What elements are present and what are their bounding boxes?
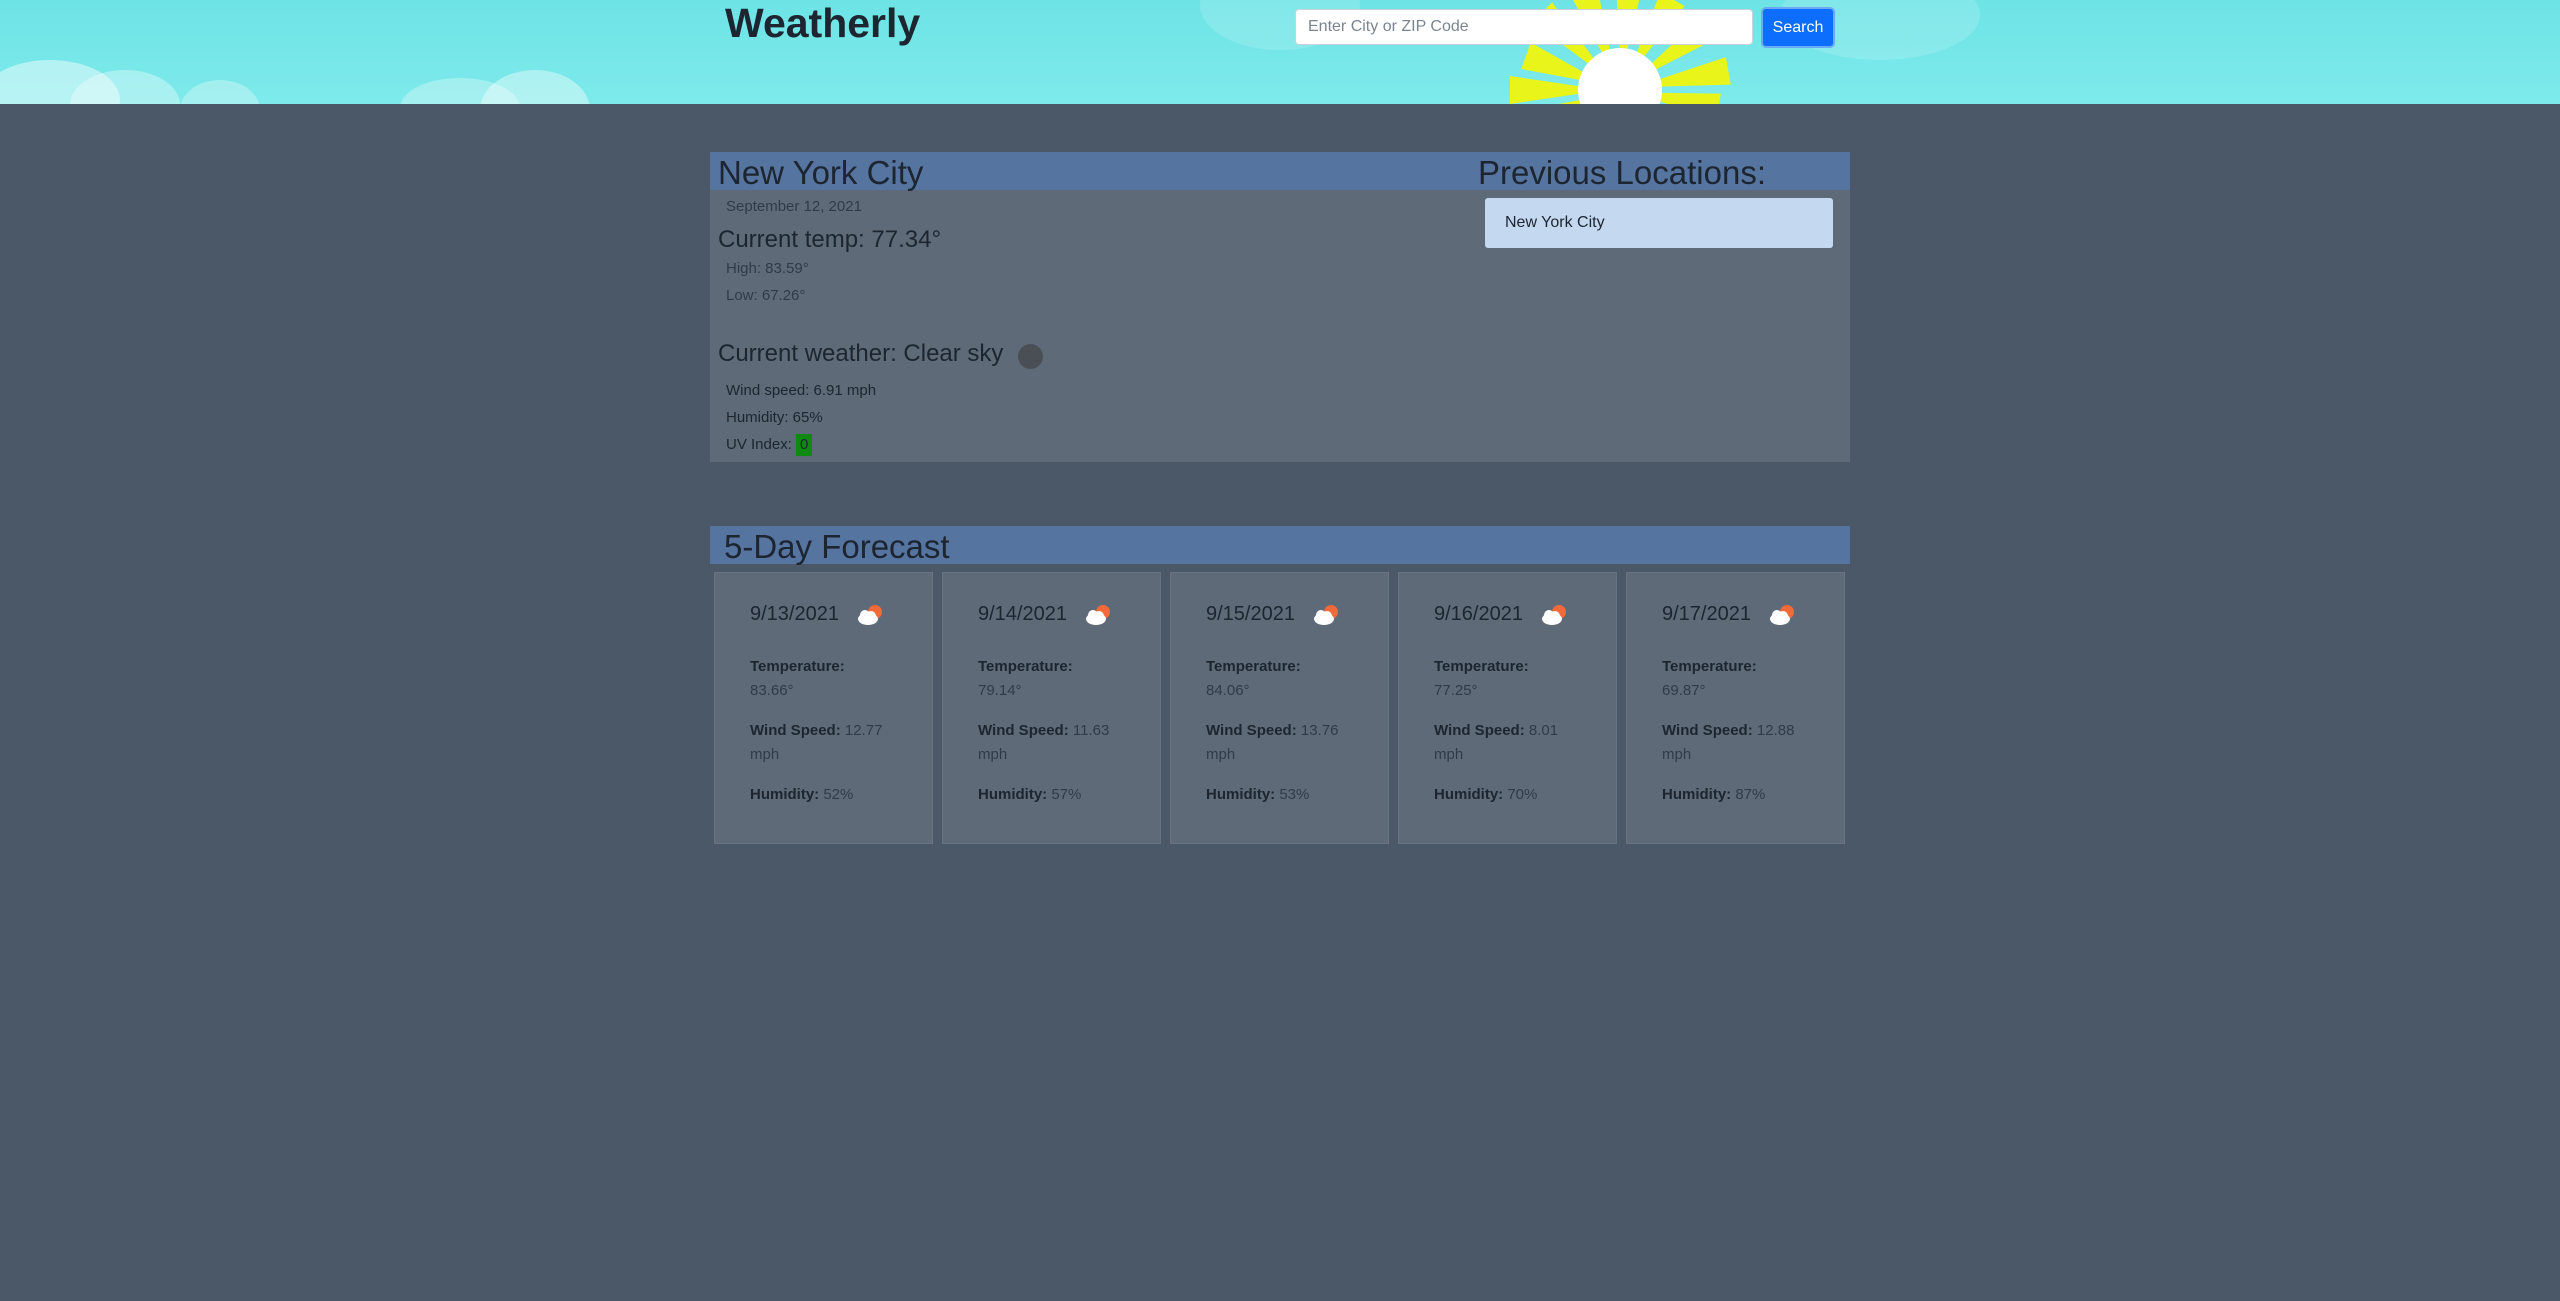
forecast-date: 9/13/2021 <box>750 603 839 625</box>
clear-sky-icon <box>1018 344 1043 369</box>
forecast-temp: Temperature: 77.25° <box>1434 655 1584 703</box>
partly-cloudy-icon <box>1542 605 1566 625</box>
forecast-humidity: Humidity: 70% <box>1434 783 1584 807</box>
current-date: September 12, 2021 <box>726 198 862 215</box>
forecast-card: 9/13/2021 Temperature: 83.66° Wind Speed: 1… <box>714 572 933 844</box>
forecast-date: 9/17/2021 <box>1662 603 1751 625</box>
forecast-wind-label: Wind Speed: <box>978 722 1069 739</box>
humidity: Humidity: 65% <box>726 409 823 426</box>
forecast-humidity: Humidity: 57% <box>978 783 1128 807</box>
current-temp: Current temp: 77.34° <box>718 226 942 253</box>
forecast-temp: Temperature: 79.14° <box>978 655 1128 703</box>
forecast-wind: Wind Speed: 8.01 mph <box>1434 719 1584 767</box>
current-weather-panel: New York City Previous Locations: Septem… <box>710 152 1850 462</box>
low-temp: Low: 67.26° <box>726 287 806 304</box>
forecast-wind-label: Wind Speed: <box>1434 722 1525 739</box>
forecast-humidity-label: Humidity: <box>1434 786 1504 803</box>
uv-index-label: UV Index: <box>726 436 792 453</box>
forecast-humidity-value: 87% <box>1735 786 1766 803</box>
forecast-humidity-value: 52% <box>823 786 854 803</box>
partly-cloudy-icon <box>858 605 882 625</box>
partly-cloudy-icon <box>1314 605 1338 625</box>
cloud-shape <box>480 70 590 104</box>
forecast-humidity-label: Humidity: <box>1662 786 1732 803</box>
city-title: New York City <box>718 154 924 191</box>
forecast-date: 9/16/2021 <box>1434 603 1523 625</box>
partly-cloudy-icon <box>1086 605 1110 625</box>
forecast-card: 9/17/2021 Temperature: 69.87° Wind Speed: 1… <box>1626 572 1845 844</box>
forecast-titlebar: 5-Day Forecast <box>710 526 1850 565</box>
forecast-card: 9/16/2021 Temperature: 77.25° Wind Speed: 8… <box>1398 572 1617 844</box>
search-input[interactable] <box>1295 9 1753 45</box>
forecast-card: 9/14/2021 Temperature: 79.14° Wind Speed: 1… <box>942 572 1161 844</box>
forecast-humidity-label: Humidity: <box>1206 786 1276 803</box>
forecast-wind: Wind Speed: 11.63 mph <box>978 719 1128 767</box>
forecast-temp-label: Temperature: <box>750 658 845 675</box>
search-button[interactable]: Search <box>1761 7 1835 48</box>
forecast-temp-value: 83.66° <box>750 682 794 699</box>
forecast-humidity-label: Humidity: <box>750 786 820 803</box>
app-brand[interactable]: Weatherly <box>725 0 920 47</box>
forecast-wind-label: Wind Speed: <box>750 722 841 739</box>
forecast-card: 9/15/2021 Temperature: 84.06° Wind Speed: 1… <box>1170 572 1389 844</box>
cloud-shape <box>180 80 260 104</box>
forecast-temp-label: Temperature: <box>1662 658 1757 675</box>
forecast-humidity-label: Humidity: <box>978 786 1048 803</box>
forecast-wind-label: Wind Speed: <box>1662 722 1753 739</box>
forecast-temp-label: Temperature: <box>978 658 1073 675</box>
wind-speed: Wind speed: 6.91 mph <box>726 382 877 399</box>
forecast-title: 5-Day Forecast <box>724 528 950 565</box>
forecast-temp-value: 79.14° <box>978 682 1022 699</box>
previous-locations-title: Previous Locations: <box>1478 154 1766 191</box>
forecast-humidity: Humidity: 53% <box>1206 783 1356 807</box>
forecast-humidity: Humidity: 87% <box>1662 783 1812 807</box>
forecast-temp-value: 84.06° <box>1206 682 1250 699</box>
partly-cloudy-icon <box>1770 605 1794 625</box>
forecast-temp-value: 77.25° <box>1434 682 1478 699</box>
forecast-humidity-value: 53% <box>1279 786 1310 803</box>
forecast-humidity: Humidity: 52% <box>750 783 900 807</box>
forecast-wind: Wind Speed: 12.88 mph <box>1662 719 1812 767</box>
uv-index-badge: 0 <box>796 434 813 456</box>
forecast-temp: Temperature: 84.06° <box>1206 655 1356 703</box>
previous-location-item[interactable]: New York City <box>1485 198 1833 248</box>
forecast-date: 9/14/2021 <box>978 603 1067 625</box>
forecast-humidity-value: 70% <box>1507 786 1538 803</box>
forecast-temp-label: Temperature: <box>1206 658 1301 675</box>
uv-index-row: UV Index: 0 <box>726 434 813 456</box>
forecast-wind: Wind Speed: 13.76 mph <box>1206 719 1356 767</box>
forecast-temp: Temperature: 83.66° <box>750 655 900 703</box>
header-banner: Weatherly Search <box>0 0 2560 104</box>
current-weather-desc: Current weather: Clear sky <box>718 340 1004 367</box>
forecast-temp-label: Temperature: <box>1434 658 1529 675</box>
forecast-humidity-value: 57% <box>1051 786 1082 803</box>
high-temp: High: 83.59° <box>726 260 809 277</box>
forecast-temp: Temperature: 69.87° <box>1662 655 1812 703</box>
forecast-temp-value: 69.87° <box>1662 682 1706 699</box>
forecast-wind-label: Wind Speed: <box>1206 722 1297 739</box>
forecast-date: 9/15/2021 <box>1206 603 1295 625</box>
forecast-wind: Wind Speed: 12.77 mph <box>750 719 900 767</box>
